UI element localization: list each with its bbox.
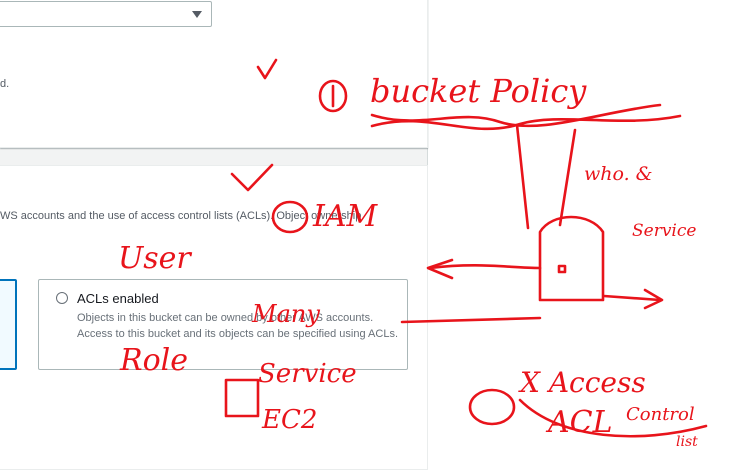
ink-bucket-icon <box>538 215 605 302</box>
ink-text-user: User <box>118 241 192 276</box>
ink-box <box>224 378 260 418</box>
ink-text-ec2: EC2 <box>261 405 317 435</box>
handwritten-annotations: bucket Policy who. & Service IAM User Ma… <box>118 58 708 450</box>
ink-text-service-2: Service <box>258 359 357 389</box>
ink-bucket-dot <box>557 264 567 274</box>
ink-text-who: who. & <box>584 163 653 185</box>
ink-check <box>230 163 274 192</box>
ink-text-x-access: X Access <box>518 366 646 399</box>
ink-arrow-left <box>428 264 542 270</box>
ink-text-service: Service <box>632 221 696 241</box>
ink-arrowhead-left <box>426 258 454 280</box>
ink-text-bucket-policy: bucket Policy <box>370 72 587 110</box>
ink-text-list: list <box>676 434 698 450</box>
ink-text-role: Role <box>119 343 188 378</box>
ink-circle-3 <box>468 388 516 426</box>
ink-circle-2 <box>271 200 309 234</box>
ink-tick-small <box>256 58 278 80</box>
ink-text-control: Control <box>626 404 695 425</box>
ink-text-acl: ACL <box>545 405 613 440</box>
ink-arrow-down-2 <box>558 128 577 227</box>
ink-text-iam: IAM <box>312 199 379 234</box>
ink-line-many <box>400 316 542 324</box>
ink-arrow-right <box>602 294 662 302</box>
ink-text-many: Many <box>251 300 320 328</box>
ink-arrow-down-1 <box>515 123 530 230</box>
